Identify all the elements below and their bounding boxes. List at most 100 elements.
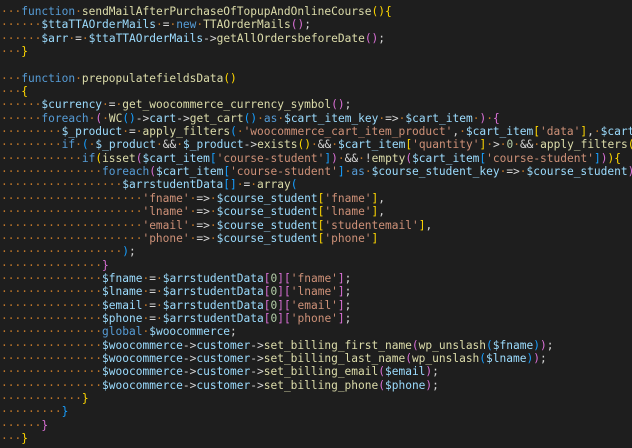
code-token: · xyxy=(75,5,82,18)
code-token: 'lname' xyxy=(290,285,338,299)
code-token: 'studentemail' xyxy=(324,218,419,232)
code-token: $arrstudentData xyxy=(162,271,264,285)
code-token: ; xyxy=(344,271,352,285)
code-token: · xyxy=(209,231,217,245)
code-line[interactable]: ·········} xyxy=(0,405,632,418)
code-token: $phone xyxy=(385,378,426,392)
code-line[interactable]: ··················$arrstudentData[]·=·ar… xyxy=(0,178,632,191)
code-token: wp_unslash xyxy=(418,338,487,352)
code-editor[interactable]: ···function·sendMailAfterPurchaseOfTopup… xyxy=(0,0,632,448)
code-token: as xyxy=(351,165,365,179)
code-token: ] xyxy=(277,285,285,299)
code-token: function xyxy=(21,71,76,85)
code-token: 'phone' xyxy=(142,231,190,245)
code-token: as xyxy=(263,111,278,125)
code-token: · xyxy=(155,285,163,299)
code-line[interactable]: ···function·prepopulatefieldsData() xyxy=(0,72,632,85)
code-token: $course_student xyxy=(216,191,318,205)
code-line[interactable]: ······$arr·=·$ttaTTAOrderMails->getAllOr… xyxy=(0,32,632,45)
code-line[interactable]: ······} xyxy=(0,419,632,432)
code-line[interactable]: ···············$woocommerce->customer->s… xyxy=(0,339,632,352)
code-token: ; xyxy=(230,325,237,339)
code-token: => xyxy=(196,218,210,232)
code-token: [] xyxy=(223,178,237,192)
code-token: ] xyxy=(277,271,285,285)
code-line[interactable]: ···············foreach($cart_item['cours… xyxy=(0,165,632,178)
code-token: () xyxy=(290,18,305,32)
code-line[interactable]: ·····················'fname'·=>·$course_… xyxy=(0,192,632,205)
code-line[interactable]: ···············$lname·=·$arrstudentData[… xyxy=(0,285,632,298)
code-token: -> xyxy=(243,138,258,152)
code-token: · xyxy=(209,205,217,219)
code-token: = xyxy=(149,298,156,312)
code-token: 'phone' xyxy=(290,311,338,325)
code-token: · xyxy=(337,151,345,165)
code-line[interactable]: ···············global·$woocommerce; xyxy=(0,325,632,338)
code-token: ) xyxy=(628,165,632,178)
code-token: · xyxy=(81,31,89,45)
code-line[interactable]: ············} xyxy=(0,392,632,405)
code-token: ··· xyxy=(1,45,22,59)
code-token: isset xyxy=(102,151,136,165)
code-token: 'course-student' xyxy=(230,165,338,179)
code-line[interactable]: ···············$woocommerce->customer->s… xyxy=(0,365,632,378)
code-line[interactable]: ··················); xyxy=(0,245,632,258)
code-token: -> xyxy=(182,351,197,365)
code-line[interactable]: ·····················'lname'·=>·$course_… xyxy=(0,205,632,218)
code-line[interactable]: ···············$fname·=·$arrstudentData[… xyxy=(0,272,632,285)
code-line[interactable]: ···············$woocommerce->customer->s… xyxy=(0,352,632,365)
code-token: · xyxy=(236,125,244,139)
code-token: $cart_item xyxy=(142,151,210,165)
code-token: $lname xyxy=(102,285,143,299)
code-line[interactable]: ···············$phone·=·$arrstudentData[… xyxy=(0,312,632,325)
code-token: { xyxy=(492,111,500,125)
code-token: · xyxy=(155,271,163,285)
code-token: ··············· xyxy=(1,351,103,365)
code-token: ) xyxy=(539,338,547,352)
code-token: ··············· xyxy=(1,258,103,272)
code-line[interactable]: ·····················'phone'·=>·$course_… xyxy=(0,232,632,245)
code-token: · xyxy=(593,125,601,139)
code-line[interactable]: ············if(isset($cart_item['course-… xyxy=(0,152,632,165)
code-token: $_product xyxy=(95,138,156,152)
code-line[interactable]: ·········$_product·=·apply_filters(·'woo… xyxy=(0,125,632,138)
code-token: ··············· xyxy=(1,338,103,352)
code-line[interactable]: ···············} xyxy=(0,259,632,272)
code-token: prepopulatefieldsData xyxy=(81,71,224,85)
code-token: [ xyxy=(209,151,217,165)
code-line[interactable]: ···{ xyxy=(0,85,632,98)
code-token: -> xyxy=(250,351,264,365)
code-line[interactable] xyxy=(0,58,632,71)
code-line[interactable]: ······$ttaTTAOrderMails·=·new·TTAOrderMa… xyxy=(0,18,632,31)
code-token: $cart_item xyxy=(337,138,406,152)
code-line[interactable]: ···} xyxy=(0,432,632,445)
code-token: } xyxy=(102,258,109,272)
code-token: = xyxy=(108,98,116,112)
code-token: · xyxy=(135,125,143,139)
code-line[interactable]: ···function·sendMailAfterPurchaseOfTopup… xyxy=(0,5,632,18)
code-token: ····················· xyxy=(1,218,143,232)
code-line[interactable]: ·········if·(·$_product·&&·$_product->ex… xyxy=(0,138,632,151)
code-token: ; xyxy=(539,351,547,365)
code-line[interactable]: ······foreach·(·WC()->cart->get_cart()·a… xyxy=(0,112,632,125)
code-token: } xyxy=(21,432,28,445)
code-token: } xyxy=(61,405,69,419)
code-line[interactable]: ···············$woocommerce->customer->s… xyxy=(0,379,632,392)
code-token: $currency xyxy=(41,98,103,112)
code-line[interactable]: ···············$email·=·$arrstudentData[… xyxy=(0,299,632,312)
code-token: · xyxy=(155,138,163,152)
code-token: ··· xyxy=(1,85,22,99)
code-token: = xyxy=(149,271,156,285)
code-line[interactable]: ·····················'email'·=>·$course_… xyxy=(0,219,632,232)
code-line[interactable]: ······$currency·=·get_woocommerce_curren… xyxy=(0,98,632,111)
code-token: 'lname' xyxy=(142,205,190,219)
code-token: ] xyxy=(593,151,601,165)
code-token: ······ xyxy=(1,111,42,125)
code-token: $cart_item xyxy=(412,151,480,165)
code-token: [ xyxy=(284,271,291,285)
code-token: { xyxy=(21,85,28,99)
code-line[interactable]: ···} xyxy=(0,45,632,58)
code-token: $woocommerce xyxy=(102,351,183,365)
code-token: · xyxy=(236,178,244,192)
code-token: ; xyxy=(129,245,136,259)
